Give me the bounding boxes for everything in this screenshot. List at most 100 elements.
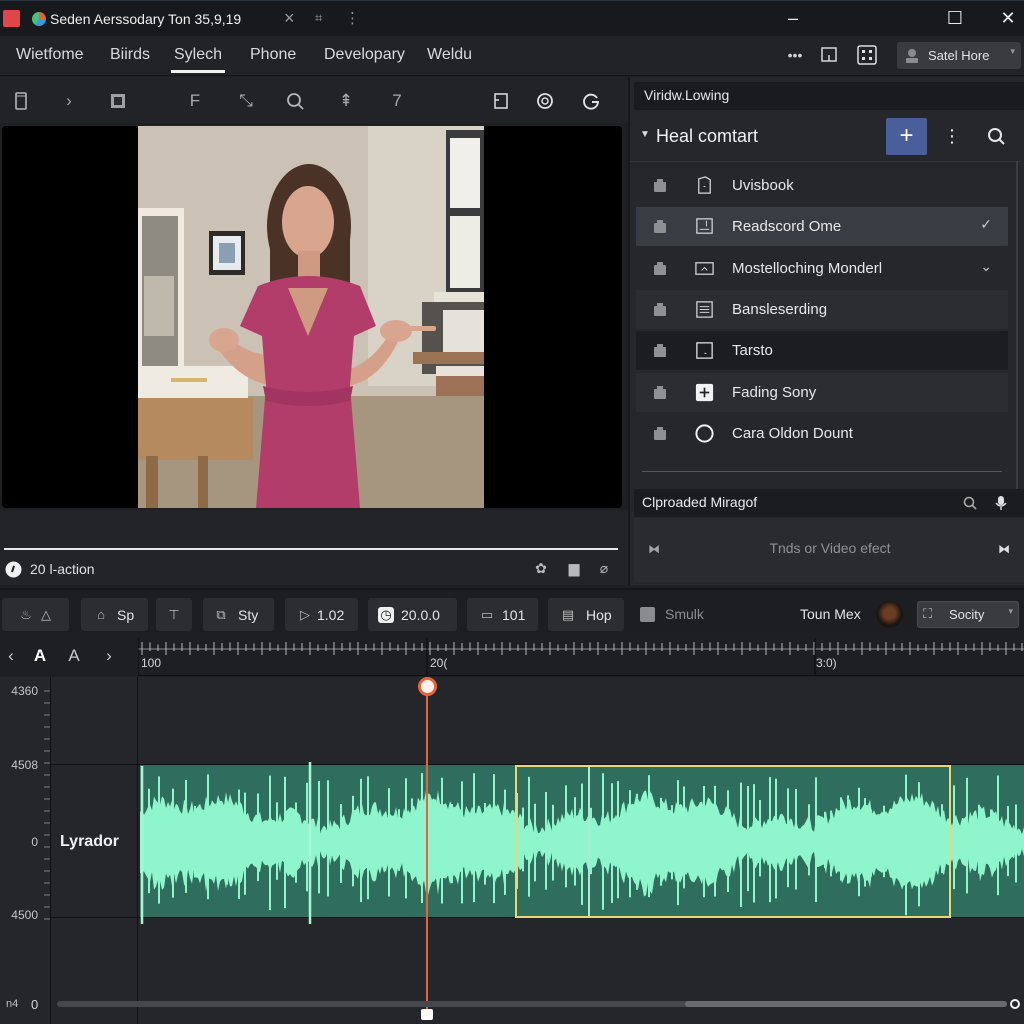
- video-preview[interactable]: [2, 126, 622, 508]
- search-icon[interactable]: [283, 89, 307, 113]
- y-label-upper: 4508: [11, 758, 38, 772]
- list-icon: [696, 301, 713, 318]
- playback-progress-bar[interactable]: [4, 548, 618, 550]
- menu-item-0[interactable]: Wietfome: [16, 46, 84, 64]
- panel-icon[interactable]: [818, 44, 840, 66]
- zoom-indicator: n4: [6, 998, 19, 1010]
- refresh-icon[interactable]: [579, 89, 603, 113]
- preview-status-label: 20 l-action: [30, 561, 95, 577]
- layer-lock-icon[interactable]: [652, 261, 668, 275]
- layer-lock-icon[interactable]: [652, 426, 668, 440]
- list-item[interactable]: Uvisbook: [636, 166, 1008, 205]
- copyright-icon[interactable]: [533, 89, 557, 113]
- selection-region[interactable]: [515, 765, 951, 918]
- text-a-bold-icon[interactable]: A: [30, 646, 50, 666]
- effects-icon[interactable]: ✿: [532, 560, 550, 578]
- list-item-label: Fading Sony: [732, 384, 817, 401]
- check-icon[interactable]: ✓: [980, 216, 992, 233]
- track-name: Lyrador: [60, 833, 119, 850]
- tools-toolbar: › F ⤡ ⇞ 7: [0, 77, 628, 123]
- layer-lock-icon[interactable]: [652, 178, 668, 192]
- list-item[interactable]: Tarsto: [636, 331, 1008, 370]
- close-tab-icon[interactable]: ×: [284, 8, 295, 29]
- link-icon[interactable]: ⌀: [595, 560, 613, 578]
- collapse-caret-icon[interactable]: ▼: [640, 129, 650, 140]
- add-button[interactable]: +: [886, 118, 927, 155]
- text-t-button[interactable]: ⊤: [156, 598, 192, 631]
- ruler-label-200: 20(: [430, 656, 448, 670]
- chevron-right-icon[interactable]: ›: [99, 646, 119, 666]
- snapshot-icon[interactable]: ▆: [565, 560, 583, 578]
- ruler-label-300: 3:0): [816, 656, 837, 670]
- menu-item-2[interactable]: Sylech: [170, 46, 226, 73]
- circle-icon: [695, 424, 714, 443]
- arrow-tool-icon[interactable]: ⇞: [334, 89, 358, 113]
- avatar[interactable]: [876, 601, 903, 628]
- timecode-button[interactable]: ◷ 20.0.0: [368, 598, 457, 631]
- list-item[interactable]: Fading Sony: [636, 373, 1008, 412]
- frame-icon: [696, 218, 713, 234]
- speed-button[interactable]: ▷ 1.02: [285, 598, 358, 631]
- preset-dropdown[interactable]: ⛶ Socity ▾: [917, 601, 1019, 628]
- text-a-icon[interactable]: A: [64, 646, 84, 666]
- list-item[interactable]: Cara Oldon Dount: [636, 414, 1008, 453]
- user-icon: [906, 49, 918, 63]
- layer-lock-icon[interactable]: [652, 343, 668, 357]
- layer-lock-icon[interactable]: [652, 302, 668, 316]
- playhead-handle[interactable]: [418, 677, 437, 696]
- hop-button[interactable]: ▤ Hop: [548, 598, 624, 631]
- pin-icon[interactable]: ⌗: [315, 10, 322, 26]
- minimize-button[interactable]: –: [778, 5, 808, 31]
- more-vertical-icon[interactable]: ⋮: [940, 124, 964, 148]
- layer-lock-icon[interactable]: [652, 385, 668, 399]
- effects-dropzone[interactable]: ⧓ Tnds or Video efect ⧓: [634, 518, 1024, 582]
- clock-icon: ◷: [378, 607, 394, 623]
- search-icon[interactable]: [984, 124, 1008, 148]
- list-item[interactable]: Mostelloching Monderl ⌄: [636, 249, 1008, 288]
- mask-icon: ♨: [20, 607, 32, 622]
- microphone-icon[interactable]: [994, 495, 1008, 511]
- playhead[interactable]: [426, 686, 428, 1016]
- y-label-zero: 0: [31, 835, 38, 849]
- search-icon[interactable]: [962, 495, 978, 511]
- style-button[interactable]: ⧉ Sty: [203, 598, 274, 631]
- maximize-button[interactable]: ☐: [940, 5, 970, 31]
- effects-title: Clproaded Miragof: [642, 494, 758, 510]
- menu-item-4[interactable]: Developary: [324, 46, 405, 64]
- more-icon[interactable]: •••: [784, 44, 806, 66]
- menu-item-1[interactable]: Biirds: [110, 46, 150, 64]
- more-vertical-icon[interactable]: ⋮: [345, 9, 360, 27]
- menu-item-5[interactable]: Weldu: [427, 46, 472, 64]
- chevron-left-icon[interactable]: ‹: [1, 646, 21, 666]
- split-marker[interactable]: [588, 767, 590, 916]
- divider: [642, 471, 1002, 472]
- crop-tool-icon[interactable]: 7: [385, 89, 409, 113]
- export-icon[interactable]: [489, 89, 513, 113]
- text-t-icon: ⊤: [168, 607, 180, 622]
- panel-scrollbar[interactable]: [1016, 161, 1018, 491]
- list-item-label: Uvisbook: [732, 177, 794, 194]
- sp-label: Sp: [117, 607, 135, 623]
- scrollbar-thumb[interactable]: [685, 1001, 1007, 1007]
- user-account-button[interactable]: Satel Hore ▾: [897, 42, 1021, 69]
- bowtie-right-icon: ⧓: [998, 542, 1010, 556]
- list-item[interactable]: Readscord Ome ✓: [636, 207, 1008, 246]
- scroll-end-handle[interactable]: [1010, 999, 1020, 1009]
- smulk-checkbox[interactable]: [640, 607, 655, 622]
- layer-lock-icon[interactable]: [652, 219, 668, 233]
- chevron-down-icon[interactable]: ⌄: [980, 258, 992, 275]
- chevron-right-icon[interactable]: ›: [57, 89, 81, 113]
- playhead-anchor-icon[interactable]: [421, 1009, 433, 1020]
- menu-item-3[interactable]: Phone: [250, 46, 296, 64]
- pen-tool-icon[interactable]: ⤡: [234, 89, 258, 113]
- film-icon[interactable]: [106, 89, 130, 113]
- layout-grid-icon[interactable]: [856, 44, 878, 66]
- close-window-button[interactable]: ✕: [993, 5, 1023, 31]
- clip-icon[interactable]: [9, 89, 33, 113]
- monitor-button[interactable]: ▭ 101: [467, 598, 538, 631]
- mask-button[interactable]: ♨ △: [2, 598, 69, 631]
- text-tool-icon[interactable]: F: [183, 89, 207, 113]
- list-item[interactable]: Bansleserding: [636, 290, 1008, 329]
- sp-button[interactable]: ⌂ Sp: [81, 598, 148, 631]
- time-ruler[interactable]: 100 20( 3:0): [138, 636, 1024, 676]
